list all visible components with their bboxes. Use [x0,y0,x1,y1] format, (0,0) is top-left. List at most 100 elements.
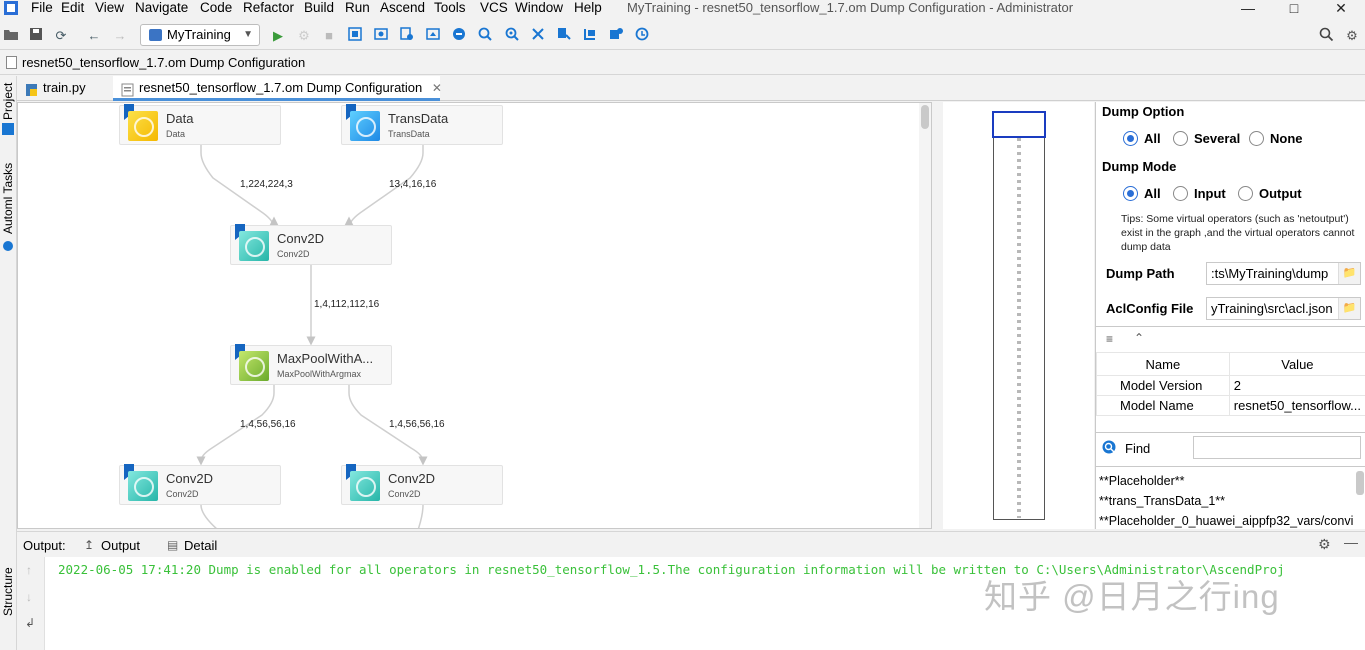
menu-ascend[interactable]: Ascend [380,0,425,16]
dump-option-none-radio[interactable]: None [1249,131,1303,147]
settings-gear-icon[interactable]: ⚙ [1343,27,1361,45]
scroll-up-icon[interactable]: ↑ [26,563,32,577]
model-graph-canvas[interactable]: Data Data TransData TransData Conv2D Con… [17,102,932,529]
tab-train-py[interactable]: train.py [17,76,113,101]
radio-label: None [1270,131,1303,146]
automl-tasks-tool-tab[interactable]: Automl Tasks [1,163,15,234]
scroll-down-icon[interactable]: ↓ [26,590,32,604]
operator-icon [128,471,158,501]
ascend-tool-3-icon[interactable] [398,27,416,45]
menu-run[interactable]: Run [345,0,370,16]
tab-label: Output [101,538,141,553]
list-item[interactable]: **Placeholder** [1099,474,1184,488]
property-value: 2 [1228,375,1365,396]
graph-scrollbar[interactable] [919,103,931,528]
minimap-viewport-selection[interactable] [992,111,1046,138]
menu-edit[interactable]: Edit [61,0,84,16]
list-scrollbar-thumb[interactable] [1356,471,1364,495]
hide-panel-icon[interactable]: — [1344,534,1358,550]
menu-help[interactable]: Help [574,0,602,16]
ascend-tool-2-icon[interactable] [372,27,390,45]
run-configuration-select[interactable]: MyTraining ▼ [140,24,260,46]
graph-node-transdata[interactable]: TransData TransData [341,104,503,145]
ascend-tool-8-icon[interactable] [529,27,547,45]
project-tool-tab[interactable]: Project [1,83,15,120]
menu-view[interactable]: View [95,0,124,16]
detail-tab[interactable]: ▤ Detail [167,538,217,553]
soft-wrap-icon[interactable]: ↲ [25,616,35,630]
dump-option-several-radio[interactable]: Several [1173,131,1240,147]
column-header-name: Name [1096,352,1230,376]
left-tool-strip: Project Automl Tasks Structure [0,76,17,650]
dump-mode-input-radio[interactable]: Input [1173,186,1226,202]
ascend-tool-9-icon[interactable] [555,27,573,45]
menu-navigate[interactable]: Navigate [135,0,188,16]
search-icon[interactable] [1317,27,1335,45]
close-tab-icon[interactable]: ✕ [432,76,442,100]
tab-label: resnet50_tensorflow_1.7.om Dump Configur… [139,80,423,95]
graph-node-conv2d[interactable]: Conv2D Conv2D [230,224,392,265]
dump-mode-all-radio[interactable]: All [1123,186,1161,202]
ascend-tool-5-icon[interactable] [450,27,468,45]
edge-label: 1,4,56,56,16 [389,419,445,430]
node-type: TransData [388,129,430,139]
debug-icon[interactable]: ⚙ [295,27,313,45]
browse-folder-icon[interactable]: 📁 [1338,263,1360,284]
list-item[interactable]: **Placeholder_0_huawei_aippfp32_vars/con… [1099,514,1353,528]
browse-folder-icon[interactable]: 📁 [1338,298,1360,319]
breadcrumb[interactable]: resnet50_tensorflow_1.7.om Dump Configur… [22,55,305,70]
aclconfig-file-field[interactable]: yTraining\src\acl.json 📁 [1206,297,1361,320]
radio-label: Output [1259,186,1302,201]
menu-file[interactable]: File [31,0,53,16]
menu-build[interactable]: Build [304,0,334,16]
find-label: Find [1125,441,1151,456]
run-icon[interactable]: ▶ [269,27,287,45]
sync-icon[interactable]: ⟳ [52,27,70,45]
stop-icon[interactable]: ■ [320,27,338,45]
output-panel-header: Output: ↥ Output ▤ Detail ⚙ — [17,531,1365,557]
find-search-icon [1102,440,1117,455]
forward-icon[interactable]: → [111,27,129,45]
ascend-tool-4-icon[interactable] [424,27,442,45]
graph-node-data[interactable]: Data Data [119,104,281,145]
table-row[interactable]: Model Name resnet50_tensorflow... [1096,395,1365,416]
ascend-tool-7-icon[interactable] [503,27,521,45]
open-folder-icon[interactable] [2,27,20,45]
ascend-tool-11-icon[interactable] [607,27,625,45]
graph-minimap[interactable] [943,102,1094,529]
menu-tools[interactable]: Tools [434,0,466,16]
ascend-tool-10-icon[interactable] [581,27,599,45]
menu-vcs[interactable]: VCS [480,0,508,16]
collapse-up-icon[interactable]: ⌃ [1134,331,1144,345]
dump-mode-output-radio[interactable]: Output [1238,186,1302,202]
scrollbar-thumb[interactable] [921,105,929,129]
graph-node-conv2d-right[interactable]: Conv2D Conv2D [341,464,503,505]
document-icon: ▤ [167,538,179,552]
ascend-tool-1-icon[interactable] [346,27,364,45]
graph-node-maxpool[interactable]: MaxPoolWithA... MaxPoolWithArgmax [230,344,392,385]
back-icon[interactable]: ← [85,27,103,45]
close-icon[interactable]: ✕ [1331,0,1351,16]
expand-all-icon[interactable]: ≡ [1106,332,1113,346]
operator-icon [350,111,380,141]
list-item[interactable]: **trans_TransData_1** [1099,494,1225,508]
ascend-tool-6-icon[interactable] [476,27,494,45]
save-icon[interactable] [27,27,45,45]
output-tab[interactable]: ↥ Output [84,538,140,553]
menu-code[interactable]: Code [200,0,232,16]
dump-option-all-radio[interactable]: All [1123,131,1161,147]
menu-window[interactable]: Window [515,0,563,16]
menu-refactor[interactable]: Refactor [243,0,294,16]
structure-tool-tab[interactable]: Structure [1,567,15,616]
table-row[interactable]: Model Version 2 [1096,375,1365,396]
dump-path-label: Dump Path [1106,266,1175,281]
maximize-icon[interactable]: □ [1284,0,1304,16]
minimize-icon[interactable]: — [1238,0,1258,16]
tab-dump-configuration[interactable]: resnet50_tensorflow_1.7.om Dump Configur… [113,76,442,101]
ascend-tool-12-icon[interactable] [633,27,651,45]
operator-icon [239,231,269,261]
graph-node-conv2d-left[interactable]: Conv2D Conv2D [119,464,281,505]
dump-path-field[interactable]: :ts\MyTraining\dump 📁 [1206,262,1361,285]
find-input[interactable] [1193,436,1361,459]
settings-gear-icon[interactable]: ⚙ [1318,536,1331,553]
